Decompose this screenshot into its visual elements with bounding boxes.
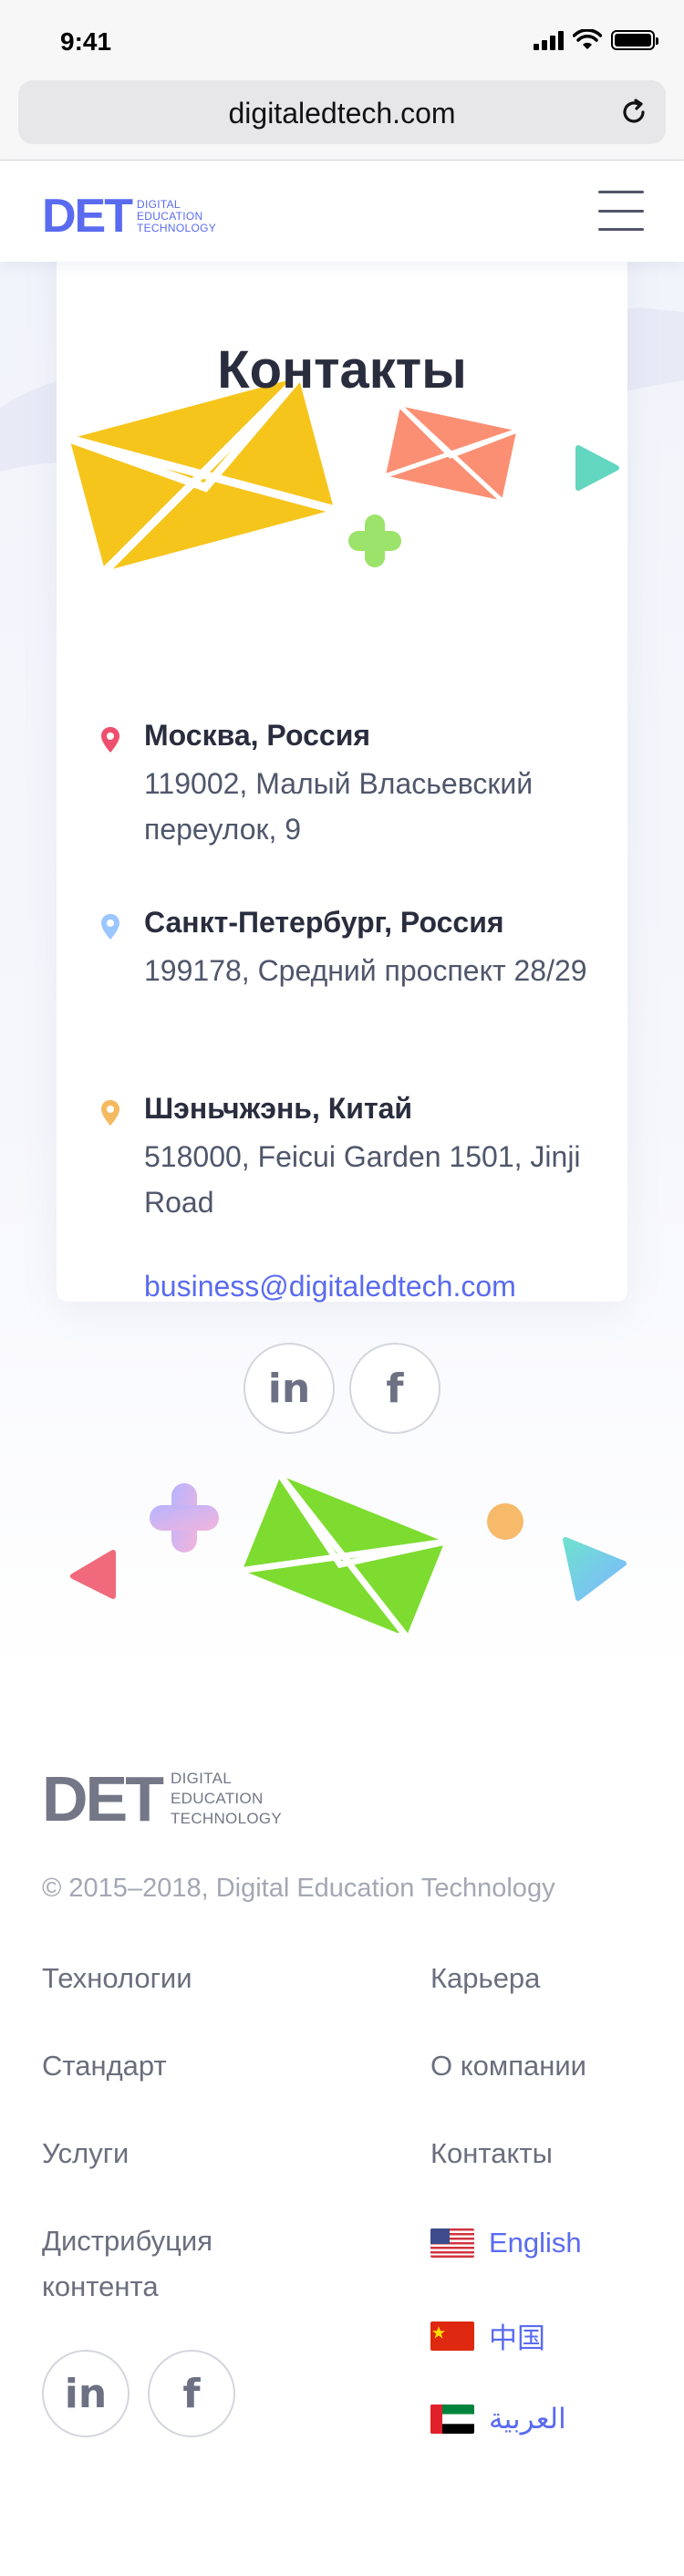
signal-icon — [534, 30, 564, 50]
status-time: 9:41 — [60, 27, 112, 56]
location-pin-icon — [101, 727, 119, 753]
triangle-shape-decoration — [70, 1550, 116, 1599]
facebook-button[interactable]: f — [349, 1343, 440, 1434]
logo-mark: DET — [42, 190, 133, 243]
language-label: 中国 — [489, 2322, 545, 2354]
menu-icon[interactable] — [598, 191, 644, 231]
language-chinese[interactable]: 中国 — [430, 2315, 545, 2356]
office-address: 518000, Feicui Garden 1501, Jinji Road — [144, 1140, 581, 1219]
site-header: DET DIGITAL EDUCATION TECHNOLOGY — [0, 161, 684, 262]
footer-linkedin-button[interactable]: in — [42, 2350, 130, 2437]
copyright-text: © 2015–2018, Digital Education Technolog… — [42, 1874, 555, 1903]
office-city: Санкт-Петербург, Россия — [144, 906, 504, 939]
logo-line: DIGITAL — [171, 1770, 232, 1787]
language-label: English — [489, 2227, 582, 2259]
browser-toolbar: digitaledtech.com — [0, 77, 684, 161]
china-flag-icon — [430, 2321, 474, 2351]
office-address: 199178, Средний проспект 28/29 — [144, 954, 587, 987]
plus-shape-decoration — [150, 1483, 219, 1553]
office-city: Москва, Россия — [144, 719, 371, 752]
url-text[interactable]: digitaledtech.com — [18, 97, 666, 130]
us-flag-icon — [430, 2228, 474, 2258]
status-icons — [534, 29, 658, 51]
footer-link-standard[interactable]: Стандарт — [42, 2043, 167, 2089]
logo-mark: DET — [42, 1763, 164, 1834]
logo-subtitle: DIGITAL EDUCATION TECHNOLOGY — [171, 1769, 282, 1829]
footer-link-services[interactable]: Услуги — [42, 2131, 129, 2176]
language-arabic[interactable]: العربية — [430, 2403, 566, 2436]
email-link[interactable]: business@digitaledtech.com — [144, 1270, 516, 1304]
footer-link-about[interactable]: О компании — [430, 2043, 586, 2089]
location-pin-icon — [101, 914, 119, 940]
language-label: العربية — [489, 2403, 566, 2435]
footer-facebook-button[interactable]: f — [148, 2350, 235, 2437]
reload-icon[interactable] — [618, 97, 649, 128]
envelope-illustration — [385, 404, 518, 502]
logo-line: EDUCATION — [171, 1790, 264, 1807]
footer-link-contacts[interactable]: Контакты — [430, 2131, 553, 2176]
address-bar[interactable]: digitaledtech.com — [18, 80, 666, 144]
logo-subtitle: DIGITAL EDUCATION TECHNOLOGY — [137, 197, 217, 234]
circle-shape-decoration — [487, 1503, 523, 1540]
logo-line: EDUCATION — [137, 209, 203, 223]
footer-logo[interactable]: DET DIGITAL EDUCATION TECHNOLOGY — [42, 1767, 282, 1831]
logo-line: DIGITAL — [137, 197, 181, 211]
battery-icon — [611, 30, 658, 50]
facebook-icon: f — [182, 2370, 201, 2417]
page-title: Контакты — [217, 340, 467, 400]
linkedin-icon: in — [64, 2370, 108, 2417]
office-address: 119002, Малый Власьевский переулок, 9 — [144, 767, 534, 846]
triangle-shape-decoration — [563, 1537, 627, 1601]
linkedin-button[interactable]: in — [244, 1343, 335, 1434]
status-bar: 9:41 — [0, 0, 684, 77]
facebook-icon: f — [386, 1365, 404, 1412]
plus-shape-decoration — [348, 514, 401, 567]
office-city: Шэньчжэнь, Китай — [144, 1092, 413, 1125]
logo-line: TECHNOLOGY — [171, 1810, 283, 1827]
language-english[interactable]: English — [430, 2227, 582, 2259]
footer-link-technologies[interactable]: Технологии — [42, 1956, 192, 2001]
triangle-shape-decoration — [575, 445, 619, 491]
site-logo[interactable]: DET DIGITAL EDUCATION TECHNOLOGY — [42, 192, 216, 240]
location-pin-icon — [101, 1100, 119, 1126]
uae-flag-icon — [430, 2405, 474, 2434]
footer-link-careers[interactable]: Карьера — [430, 1956, 540, 2001]
linkedin-icon: in — [267, 1365, 311, 1412]
envelope-illustration — [242, 1478, 446, 1633]
logo-line: TECHNOLOGY — [137, 221, 217, 234]
wifi-icon — [573, 29, 602, 49]
footer-link-content-distribution[interactable]: Дистрибуция контента — [42, 2218, 279, 2310]
